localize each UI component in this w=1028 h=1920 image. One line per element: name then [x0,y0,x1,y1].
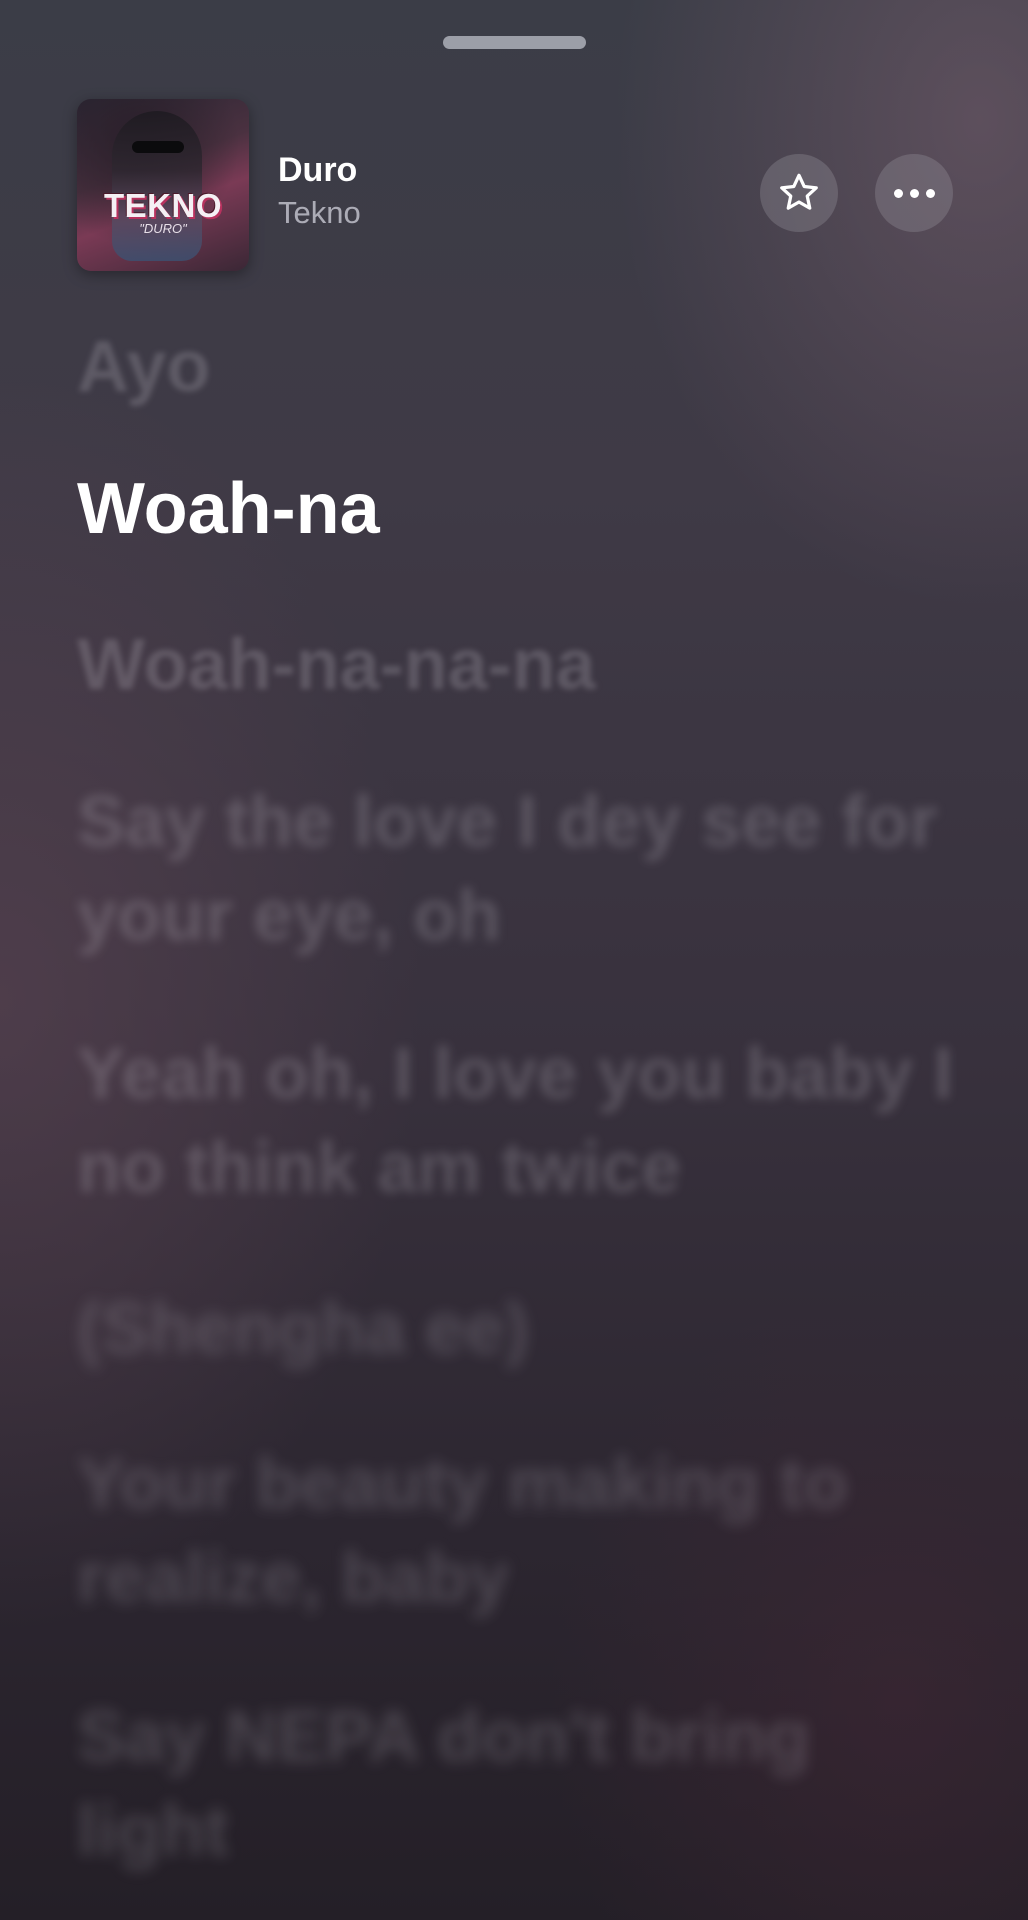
lyric-line[interactable]: (Shengha ee) [77,1282,957,1376]
artwork-figure [112,111,202,261]
artwork-title-text: TEKNO [104,187,222,224]
album-artwork[interactable]: TEKNO "DURO" [77,99,249,271]
song-artist[interactable]: Tekno [278,195,361,231]
song-title[interactable]: Duro [278,151,357,190]
sheet-grabber-handle[interactable] [443,36,586,49]
lyric-line[interactable]: Ayo [77,320,957,414]
lyric-line[interactable]: Your beauty making to realize, baby [77,1437,957,1625]
favorite-button[interactable] [760,154,838,232]
lyric-line[interactable]: Say NEPA don't bring light [77,1690,957,1878]
more-options-button[interactable] [875,154,953,232]
ellipsis-icon [893,188,935,198]
lyric-line[interactable]: Yeah oh, I love you baby I no think am t… [77,1027,957,1215]
artwork-subtitle-text: "DURO" [139,221,187,236]
lyric-line[interactable]: Say the love I dey see for your eye, oh [77,775,957,963]
artwork-glasses [132,141,184,153]
now-playing-header: TEKNO "DURO" Duro Tekno [77,99,957,271]
star-outline-icon [780,173,818,210]
lyric-line-active[interactable]: Woah-na [77,462,957,556]
lyric-line[interactable]: Woah-na-na-na [77,618,957,712]
